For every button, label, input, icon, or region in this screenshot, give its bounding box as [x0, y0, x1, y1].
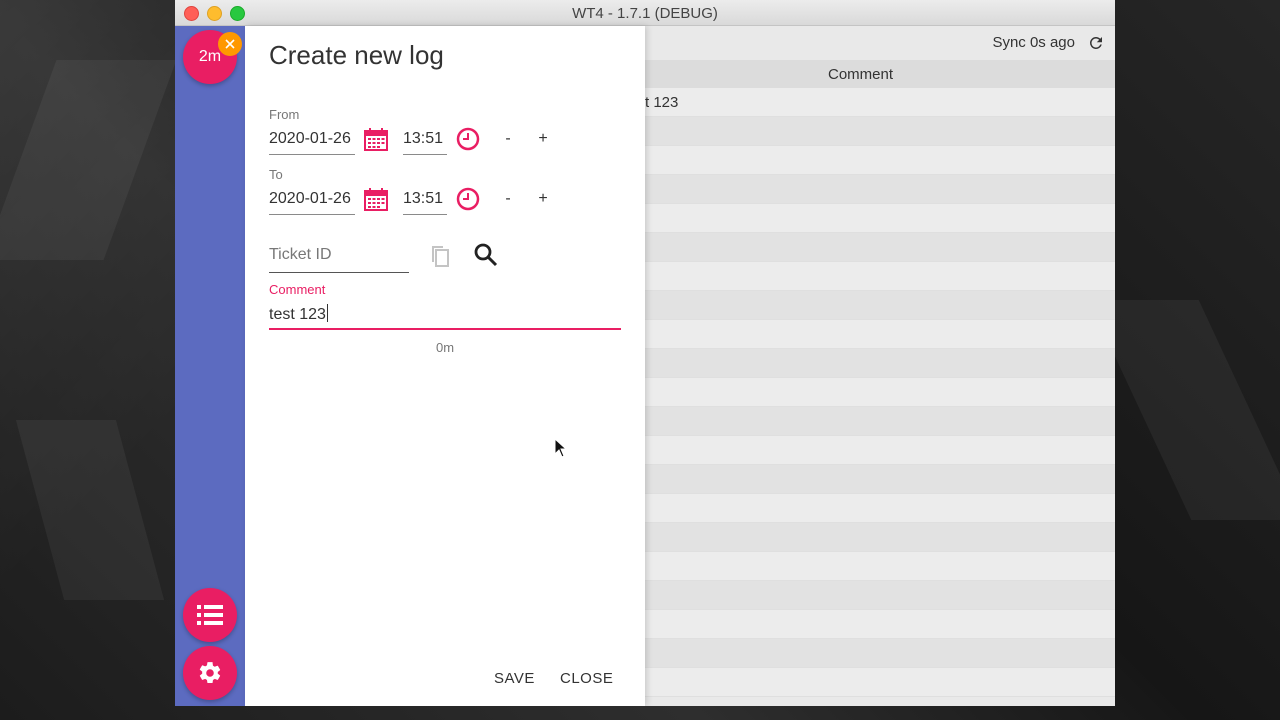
refresh-icon[interactable] [1087, 34, 1105, 52]
window-title: WT4 - 1.7.1 (DEBUG) [572, 5, 718, 22]
table-row[interactable] [645, 175, 1115, 204]
sync-status: Sync 0s ago [992, 34, 1075, 51]
table-row[interactable] [645, 146, 1115, 175]
mouse-pointer-icon [554, 438, 568, 458]
table-row[interactable] [645, 262, 1115, 291]
sidebar: 2m [175, 26, 245, 706]
table-row[interactable] [645, 117, 1115, 146]
from-label: From [269, 107, 300, 122]
close-button[interactable]: CLOSE [560, 670, 613, 687]
from-minus-button[interactable]: - [498, 130, 518, 148]
table-row[interactable] [645, 639, 1115, 668]
close-icon[interactable] [218, 32, 242, 56]
table-row[interactable] [645, 668, 1115, 697]
to-label: To [269, 167, 283, 182]
table-row[interactable] [645, 349, 1115, 378]
to-date-field[interactable]: 2020-01-26 [269, 190, 355, 215]
save-button[interactable]: SAVE [494, 670, 535, 687]
table-row[interactable] [645, 552, 1115, 581]
search-icon[interactable] [473, 242, 499, 268]
title-bar: WT4 - 1.7.1 (DEBUG) [175, 0, 1115, 26]
from-date-field[interactable]: 2020-01-26 [269, 130, 355, 155]
table-row[interactable] [645, 523, 1115, 552]
table-row[interactable] [645, 204, 1115, 233]
to-minus-button[interactable]: - [498, 190, 518, 208]
table-row[interactable] [645, 291, 1115, 320]
table-row[interactable] [645, 233, 1115, 262]
table-cell: t 123 [645, 94, 679, 111]
table-row[interactable] [645, 378, 1115, 407]
background-facet [1088, 300, 1280, 520]
background-facet [15, 420, 165, 600]
app-window: WT4 - 1.7.1 (DEBUG) Sync 0s ago Comment … [175, 0, 1115, 706]
table-row[interactable] [645, 465, 1115, 494]
table-row[interactable] [645, 407, 1115, 436]
gear-icon [199, 662, 221, 684]
comment-label: Comment [269, 282, 326, 297]
duration-text: 0m [435, 340, 455, 355]
to-plus-button[interactable]: + [533, 190, 553, 208]
to-time-field[interactable]: 13:51 [403, 190, 447, 215]
text-caret [326, 304, 328, 322]
from-time-field[interactable]: 13:51 [403, 130, 447, 155]
table-body: t 123 [645, 88, 1115, 697]
calendar-icon[interactable] [363, 186, 389, 212]
log-list-button[interactable] [183, 588, 237, 642]
background-facet [0, 60, 177, 260]
create-log-dialog: Create new log From 2020-01-26 13:51 - +… [245, 26, 645, 706]
copy-icon[interactable] [427, 242, 453, 268]
comment-value: test 123 [269, 306, 326, 323]
column-header-comment[interactable]: Comment [828, 66, 893, 83]
clock-icon[interactable] [455, 186, 481, 212]
table-row[interactable] [645, 610, 1115, 639]
log-list-area: Sync 0s ago Comment t 123 [645, 26, 1115, 706]
clock-icon[interactable] [455, 126, 481, 152]
list-icon [197, 605, 223, 625]
table-row[interactable] [645, 320, 1115, 349]
table-header: Comment [645, 60, 1115, 89]
table-row[interactable] [645, 436, 1115, 465]
from-plus-button[interactable]: + [533, 130, 553, 148]
calendar-icon[interactable] [363, 126, 389, 152]
settings-button[interactable] [183, 646, 237, 700]
table-row[interactable] [645, 581, 1115, 610]
table-row[interactable] [645, 494, 1115, 523]
table-row[interactable]: t 123 [645, 88, 1115, 117]
comment-input[interactable]: test 123 [269, 304, 621, 330]
dialog-title: Create new log [269, 40, 444, 70]
timer-label: 2m [198, 48, 222, 65]
ticket-id-input[interactable]: Ticket ID [269, 246, 409, 273]
